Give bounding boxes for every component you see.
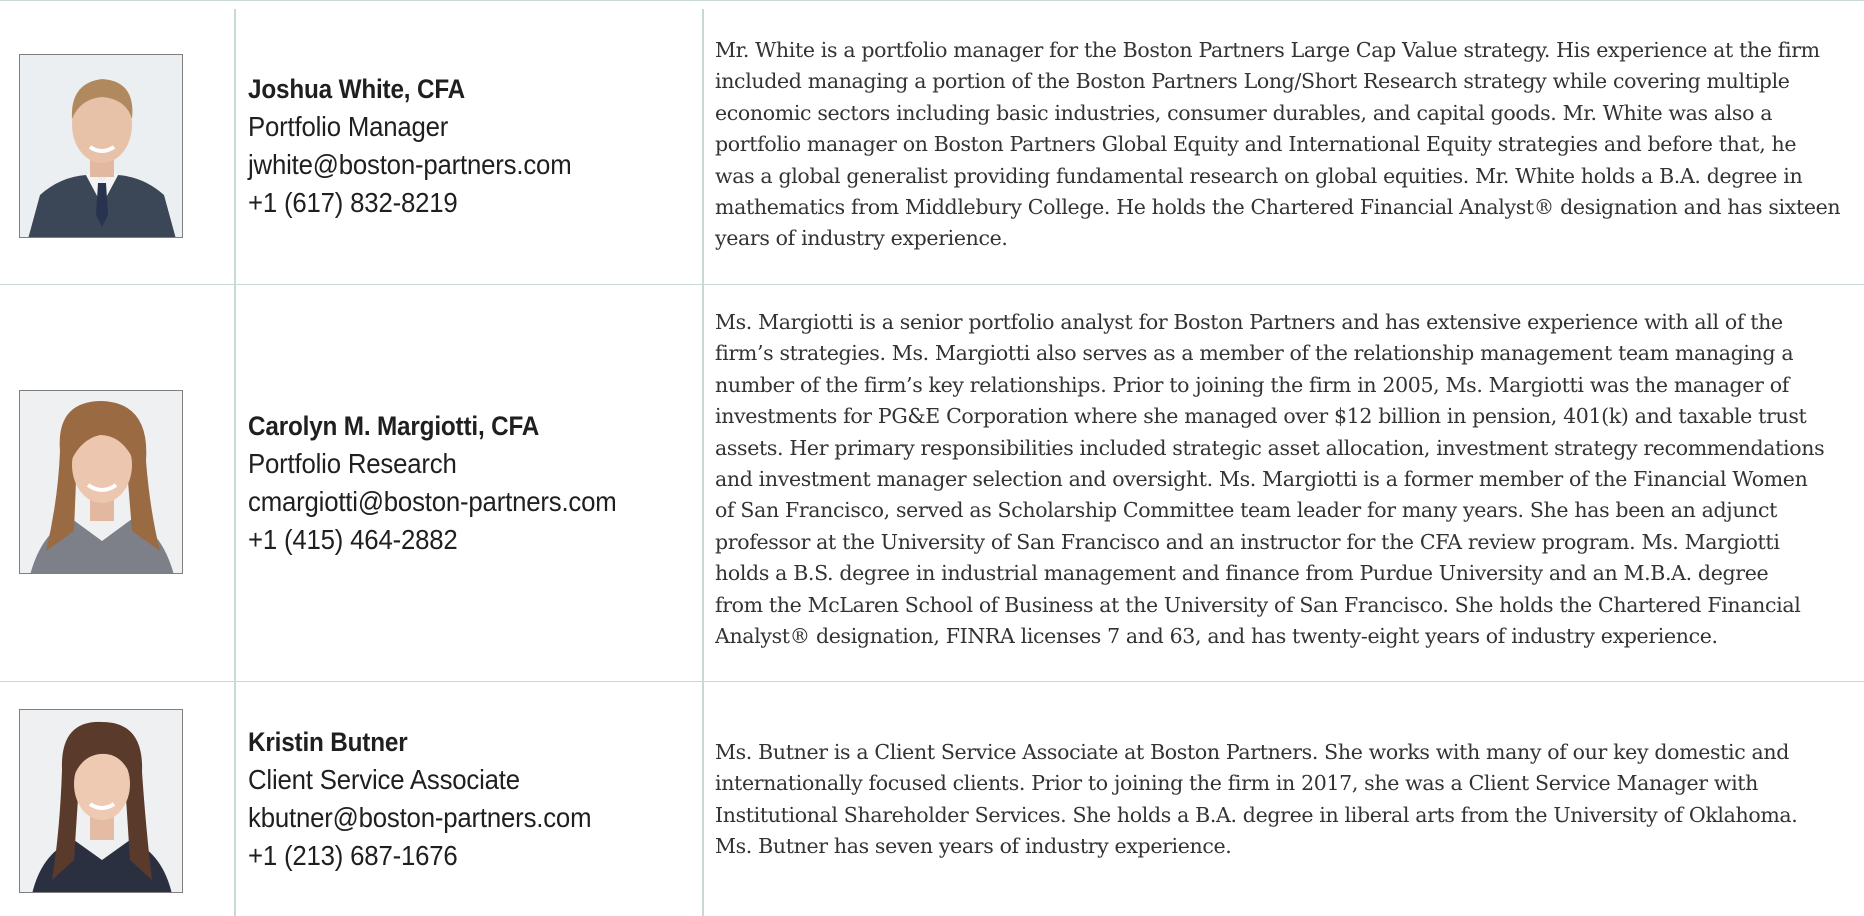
email-link[interactable]: kbutner@boston-partners.com (248, 799, 657, 837)
bio-text: Ms. Butner is a Client Service Associate… (715, 737, 1861, 863)
person-name: Kristin Butner (248, 727, 408, 757)
bio-line: Ms. Butner has seven years of industry e… (715, 834, 1232, 859)
bio-line: Ms. Margiotti is a senior portfolio anal… (715, 310, 1783, 334)
phone-number[interactable]: +1 (617) 832-8219 (248, 184, 657, 222)
contact-block: Joshua White, CFA Portfolio Manager jwhi… (248, 70, 693, 222)
person-title: Portfolio Manager (248, 111, 449, 142)
bio-line: Mr. White is a portfolio manager for the… (715, 38, 1820, 62)
bio-line: included managing a portion of the Bosto… (715, 69, 1790, 94)
bio-line: portfolio manager on Boston Partners Glo… (715, 132, 1797, 157)
bio-text: Ms. Margiotti is a senior portfolio anal… (715, 307, 1861, 652)
bio-line: years of industry experience. (715, 226, 1008, 251)
bio-line: from the McLaren School of Business at t… (715, 592, 1801, 617)
bio-line: was a global generalist providing fundam… (715, 163, 1803, 188)
bio-line: Institutional Shareholder Services. She … (715, 802, 1798, 827)
email-link[interactable]: jwhite@boston-partners.com (248, 146, 657, 184)
person-title: Client Service Associate (248, 764, 520, 795)
bio-line: assets. Her primary responsibilities inc… (715, 435, 1825, 460)
bio-line: mathematics from Middlebury College. He … (715, 195, 1841, 220)
headshot-photo (19, 390, 183, 574)
contact-block: Carolyn M. Margiotti, CFA Portfolio Rese… (248, 407, 693, 559)
person-portrait-icon (20, 391, 182, 573)
phone-number[interactable]: +1 (213) 687-1676 (248, 837, 657, 875)
phone-number[interactable]: +1 (415) 464-2882 (248, 521, 657, 559)
person-title: Portfolio Research (248, 448, 457, 479)
team-table: Joshua White, CFA Portfolio Manager jwhi… (0, 0, 1864, 916)
bio-line: investments for PG&E Corporation where s… (715, 404, 1807, 429)
person-name: Joshua White, CFA (248, 74, 466, 104)
contact-block: Kristin Butner Client Service Associate … (248, 723, 693, 875)
bio-line: and investment manager selection and ove… (715, 467, 1808, 492)
person-name: Carolyn M. Margiotti, CFA (248, 411, 540, 441)
bio-line: Analyst® designation, FINRA licenses 7 a… (715, 624, 1718, 649)
bio-line: Ms. Butner is a Client Service Associate… (715, 740, 1790, 764)
bio-text: Mr. White is a portfolio manager for the… (715, 35, 1861, 255)
bio-line: number of the firm’s key relationships. … (715, 372, 1789, 397)
headshot-photo (19, 54, 183, 238)
bio-line: professor at the University of San Franc… (715, 529, 1780, 554)
bio-line: of San Francisco, served as Scholarship … (715, 498, 1778, 523)
email-link[interactable]: cmargiotti@boston-partners.com (248, 483, 657, 521)
bio-line: economic sectors including basic industr… (715, 100, 1773, 125)
headshot-photo (19, 709, 183, 893)
person-portrait-icon (20, 55, 182, 237)
bio-line: firm’s strategies. Ms. Margiotti also se… (715, 341, 1794, 366)
bio-line: internationally focused clients. Prior t… (715, 771, 1759, 796)
bio-line: holds a B.S. degree in industrial manage… (715, 561, 1769, 586)
person-portrait-icon (20, 710, 182, 892)
